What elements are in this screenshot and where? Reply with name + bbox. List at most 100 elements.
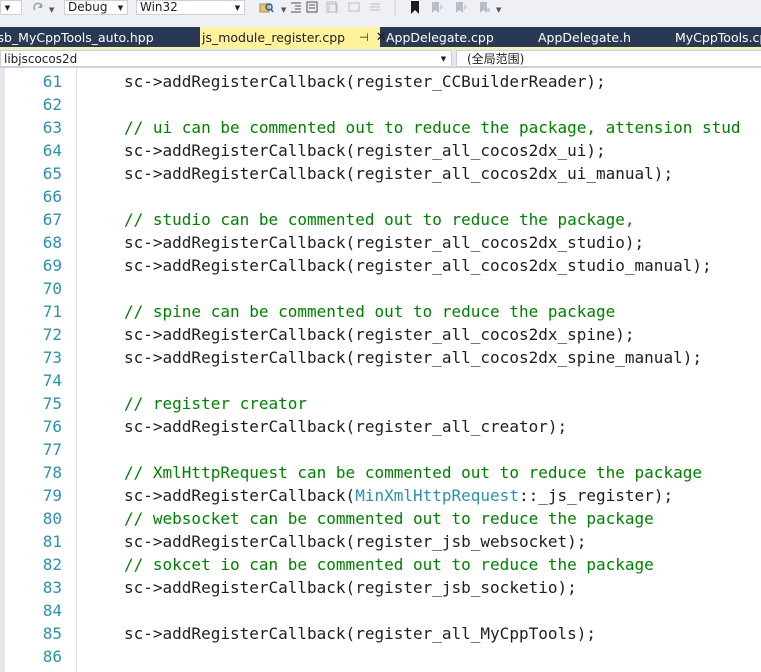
tab-appdelegate-h[interactable]: AppDelegate.h [538,27,663,47]
code-line[interactable]: 71 // spine can be commented out to reduc… [0,300,761,323]
code-line[interactable]: 70 [0,277,761,300]
scope-dropdown[interactable]: (全局范围) [456,50,761,67]
project-name: libjscocos2d [4,51,78,66]
line-number: 79 [42,486,62,505]
line-number: 76 [42,417,62,436]
code-line[interactable]: 82 // sokcet io can be commented out to r… [0,553,761,576]
code-text: sc->addRegisterCallback(register_CCBuild… [124,72,606,91]
line-number: 77 [42,440,62,459]
code-comment: // spine can be commented out to reduce … [124,302,616,321]
chevron-down-icon: ▼ [440,54,447,63]
tab-label: js_module_register.cpp [202,29,346,45]
line-number: 82 [42,555,62,574]
find-dropdown-arrow-icon[interactable]: ▼ [281,6,286,14]
line-number: 61 [42,72,62,91]
code-line[interactable]: 62 [0,93,761,116]
code-text: sc->addRegisterCallback(register_all_coc… [124,141,606,160]
code-comment: // register creator [124,394,308,413]
code-line[interactable]: 81 sc->addRegisterCallback(register_jsb_w… [0,530,761,553]
pin-icon[interactable]: ⊣ [359,31,369,44]
line-number: 63 [42,118,62,137]
line-number: 66 [42,187,62,206]
line-number: 62 [42,95,62,114]
close-icon[interactable]: ✕ [376,30,387,45]
line-number: 75 [42,394,62,413]
document-tab-bar: jsb_MyCppTools_auto.hpp js_module_regist… [0,27,761,47]
format-icon[interactable] [368,0,382,14]
code-comment: // sokcet io can be commented out to red… [124,555,654,574]
code-line[interactable]: 78 // XmlHttpRequest can be commented out… [0,461,761,484]
code-line[interactable]: 75 // register creator [0,392,761,415]
code-line[interactable]: 79 sc->addRegisterCallback(MinXmlHttpRequ… [0,484,761,507]
uncomment-icon[interactable] [347,0,361,14]
line-number: 64 [42,141,62,160]
code-line[interactable]: 86 [0,645,761,668]
tab-label: jsb_MyCppTools_auto.hpp [0,29,154,45]
line-number: 84 [42,601,62,620]
code-line[interactable]: 73 sc->addRegisterCallback(register_all_c… [0,346,761,369]
code-comment: // ui can be commented out to reduce the… [124,118,741,137]
code-editor[interactable]: 61 sc->addRegisterCallback(register_CCBui… [0,68,761,672]
code-line[interactable]: 66 [0,185,761,208]
code-line[interactable]: 76 sc->addRegisterCallback(register_all_c… [0,415,761,438]
line-number: 65 [42,164,62,183]
code-line[interactable]: 83 sc->addRegisterCallback(register_jsb_s… [0,576,761,599]
type-name: MinXmlHttpRequest [355,486,519,505]
redo-dropdown-arrow-icon[interactable]: ▼ [49,6,54,14]
chevron-down-icon: ▼ [117,3,124,12]
comment-out-icon[interactable] [325,0,339,14]
chevron-down-icon: ▼ [4,3,11,12]
line-number: 85 [42,624,62,643]
toolbar-overflow-dropdown[interactable]: ▼ [0,0,22,15]
find-in-files-icon[interactable] [258,0,274,15]
configuration-dropdown[interactable]: Debug ▼ [64,0,128,15]
code-text: sc->addRegisterCallback(register_all_coc… [124,164,674,183]
code-line[interactable]: 84 [0,599,761,622]
indent-icon[interactable] [289,0,303,14]
code-text: sc->addRegisterCallback(register_all_MyC… [124,624,597,643]
code-comment: // XmlHttpRequest can be commented out t… [124,463,702,482]
code-line[interactable]: 72 sc->addRegisterCallback(register_all_c… [0,323,761,346]
code-segment: sc->addRegisterCallback( [124,486,356,505]
line-number: 78 [42,463,62,482]
tab-appdelegate-cpp[interactable]: AppDelegate.cpp [386,27,526,47]
line-number: 71 [42,302,62,321]
scope-value: (全局范围) [467,52,525,66]
previous-bookmark-icon[interactable] [428,0,444,16]
platform-value: Win32 [140,1,178,14]
line-number: 70 [42,279,62,298]
line-number: 83 [42,578,62,597]
code-text: sc->addRegisterCallback(register_all_cre… [124,417,568,436]
code-line[interactable]: 69 sc->addRegisterCallback(register_all_c… [0,254,761,277]
code-line[interactable]: 77 [0,438,761,461]
chevron-down-icon: ▼ [234,3,241,12]
code-line[interactable]: 68 sc->addRegisterCallback(register_all_c… [0,231,761,254]
code-text: sc->addRegisterCallback(register_all_coc… [124,233,645,252]
tab-js-module-register-cpp[interactable]: js_module_register.cpp ⊣ ✕ [200,27,387,47]
code-line[interactable]: 74 [0,369,761,392]
next-bookmark-icon[interactable] [452,0,468,16]
line-number: 73 [42,348,62,367]
code-line[interactable]: 65 sc->addRegisterCallback(register_all_c… [0,162,761,185]
clear-bookmarks-icon[interactable] [476,0,492,16]
code-line[interactable]: 80 // websocket can be commented out to r… [0,507,761,530]
start-page-icon[interactable] [305,0,319,14]
code-line[interactable]: 63 // ui can be commented out to reduce t… [0,116,761,139]
line-number: 80 [42,509,62,528]
bookmark-icon[interactable] [408,0,422,16]
tab-jsb-mycpptools-auto-hpp[interactable]: jsb_MyCppTools_auto.hpp [0,27,200,47]
redo-icon[interactable] [31,0,47,14]
code-text: sc->addRegisterCallback(register_all_coc… [124,348,702,367]
navigation-bar: libjscocos2d ▼ (全局范围) [0,49,761,68]
code-segment: ::_js_register); [518,486,674,505]
code-line[interactable]: 64 sc->addRegisterCallback(register_all_c… [0,139,761,162]
code-line[interactable]: 61 sc->addRegisterCallback(register_CCBui… [0,70,761,93]
toolbar-options-arrow-icon[interactable]: ▼ [496,6,501,14]
platform-dropdown[interactable]: Win32 ▼ [136,0,245,15]
tab-mycpptools-cpp[interactable]: MyCppTools.cpp [675,27,761,47]
line-number: 81 [42,532,62,551]
project-dropdown[interactable]: libjscocos2d ▼ [0,50,452,67]
code-line[interactable]: 85 sc->addRegisterCallback(register_all_M… [0,622,761,645]
tab-label: AppDelegate.cpp [386,29,494,45]
code-line[interactable]: 67 // studio can be commented out to redu… [0,208,761,231]
